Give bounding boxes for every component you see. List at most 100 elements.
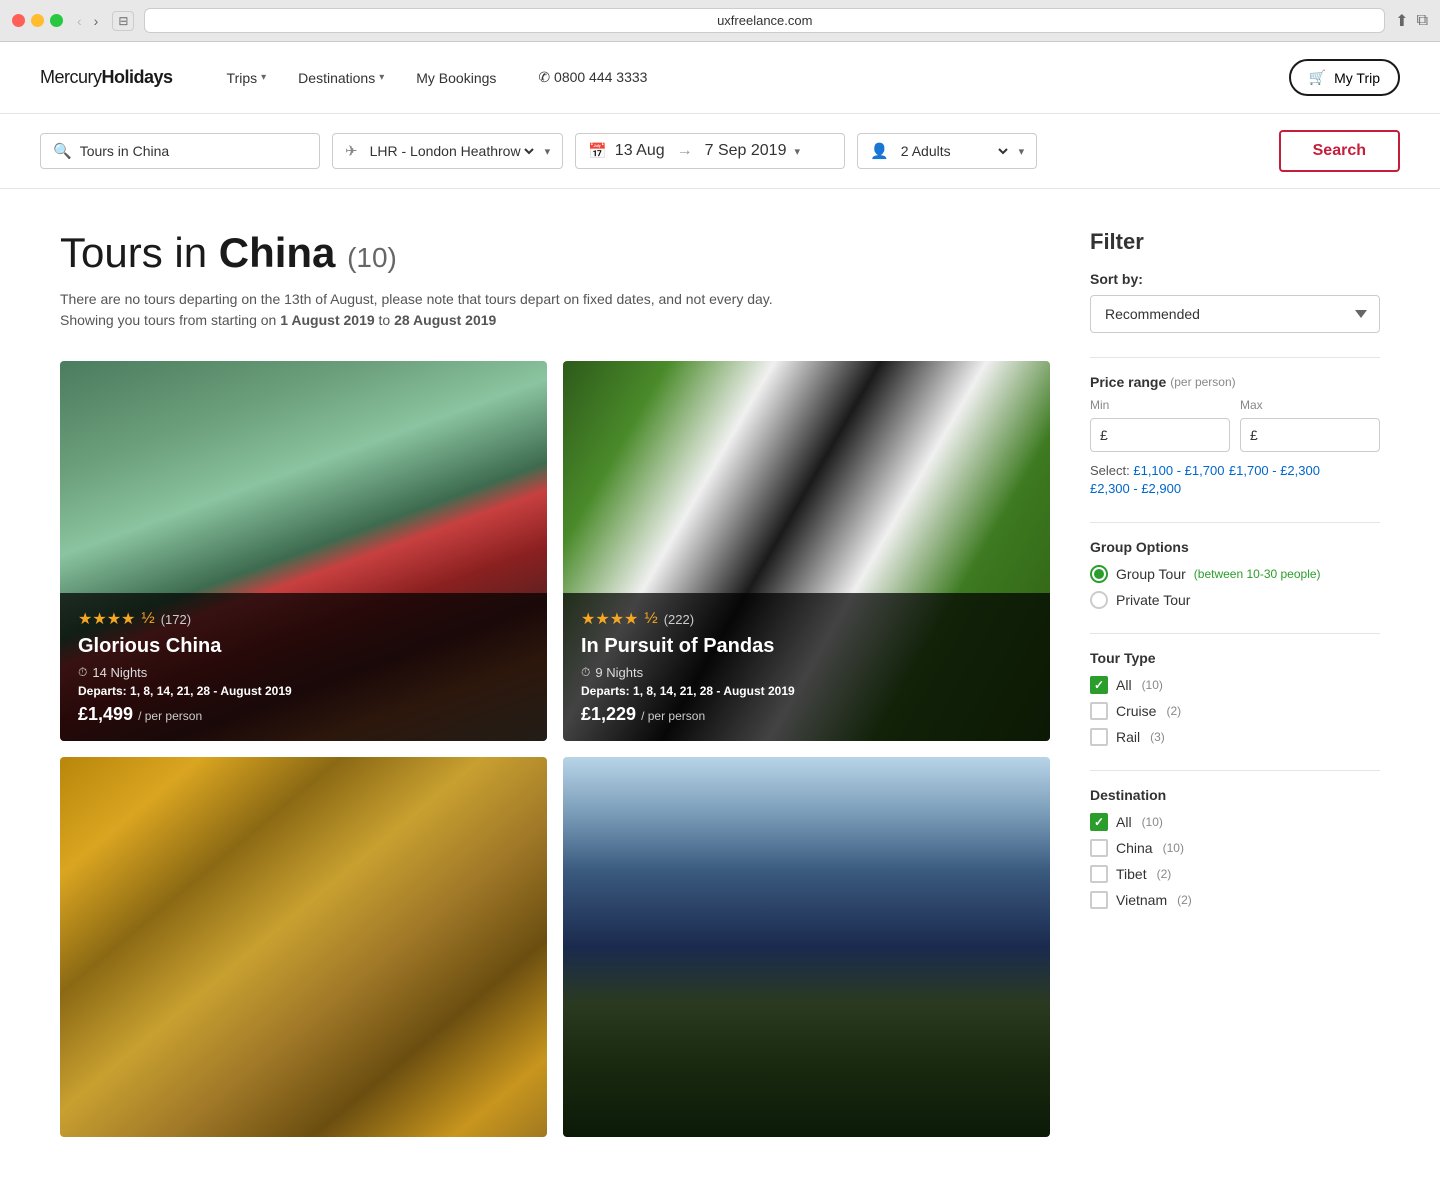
price-inputs: £ £ xyxy=(1090,418,1380,452)
maximize-dot[interactable] xyxy=(50,14,63,27)
price-max-wrap: £ xyxy=(1240,418,1380,452)
dest-all-count: (10) xyxy=(1142,815,1163,829)
price-min-label: Min xyxy=(1090,398,1230,412)
nav-phone: ✆ 0800 444 3333 xyxy=(524,61,661,94)
review-count: (222) xyxy=(664,612,694,627)
dest-all-label: All xyxy=(1116,814,1132,830)
date-arrow: → xyxy=(677,142,693,160)
dest-tibet-checkbox[interactable] xyxy=(1090,865,1108,883)
filter-divider-3 xyxy=(1090,633,1380,634)
passengers-select[interactable]: 2 Adults xyxy=(897,142,1011,160)
private-tour-option[interactable]: Private Tour xyxy=(1090,591,1380,609)
page-content: Tours in China (10) There are no tours d… xyxy=(20,189,1420,1177)
tour-nights: 14 Nights xyxy=(78,664,529,680)
fullscreen-button[interactable]: ⧉ xyxy=(1417,11,1428,31)
group-tour-sublabel: (between 10-30 people) xyxy=(1194,567,1321,581)
browser-chrome: ‹ › ⊟ uxfreelance.com ⬆ ⧉ xyxy=(0,0,1440,42)
site-header: MercuryHolidays Trips ▾ Destinations ▾ M… xyxy=(0,42,1440,114)
tour-type-all-count: (10) xyxy=(1142,678,1163,692)
group-tour-option[interactable]: Group Tour (between 10-30 people) xyxy=(1090,565,1380,583)
tour-type-cruise-checkbox[interactable] xyxy=(1090,702,1108,720)
price-range-label: Price range xyxy=(1090,374,1166,390)
half-star-icon: ½ xyxy=(644,610,657,628)
private-tour-radio[interactable] xyxy=(1090,591,1108,609)
search-button[interactable]: Search xyxy=(1279,130,1400,172)
tour-info-overlay: ★★★★½ (222) In Pursuit of Pandas 9 Night… xyxy=(563,593,1050,741)
dest-vietnam-checkbox[interactable] xyxy=(1090,891,1108,909)
main-nav: Trips ▾ Destinations ▾ My Bookings ✆ 080… xyxy=(213,61,1289,94)
tour-type-section: Tour Type ✓ All (10) Cruise (2) Rail (3) xyxy=(1090,650,1380,746)
price-per-person: (per person) xyxy=(1170,375,1235,389)
dest-china-checkbox[interactable] xyxy=(1090,839,1108,857)
max-currency-symbol: £ xyxy=(1250,427,1258,443)
logo-text-2: Holidays xyxy=(102,67,173,87)
dest-vietnam-count: (2) xyxy=(1177,893,1192,907)
select-label: Select: £1,100 - £1,700 £1,700 - £2,300 … xyxy=(1090,462,1380,498)
price-shortcut-3[interactable]: £2,300 - £2,900 xyxy=(1090,481,1181,496)
browser-nav: ‹ › xyxy=(73,11,102,31)
tour-price: £1,499 / per person xyxy=(78,704,529,725)
price-max-label: Max xyxy=(1240,398,1380,412)
tour-type-all[interactable]: ✓ All (10) xyxy=(1090,676,1380,694)
site-logo[interactable]: MercuryHolidays xyxy=(40,67,173,88)
destination-section: Destination ✓ All (10) China (10) Tibet … xyxy=(1090,787,1380,909)
close-dot[interactable] xyxy=(12,14,25,27)
price-max-input[interactable] xyxy=(1240,418,1380,452)
dest-all[interactable]: ✓ All (10) xyxy=(1090,813,1380,831)
tour-name: In Pursuit of Pandas xyxy=(581,635,1032,658)
price-shortcut-1[interactable]: £1,100 - £1,700 xyxy=(1133,463,1224,478)
tour-type-rail[interactable]: Rail (3) xyxy=(1090,728,1380,746)
airport-select[interactable]: LHR - London Heathrow xyxy=(366,142,537,160)
price-range-header: Price range (per person) xyxy=(1090,374,1380,390)
tour-type-all-checkbox[interactable]: ✓ xyxy=(1090,676,1108,694)
flight-icon: ✈ xyxy=(345,142,358,160)
radio-selected-indicator xyxy=(1094,569,1104,579)
tour-card[interactable] xyxy=(60,757,547,1137)
forward-button[interactable]: › xyxy=(90,11,103,31)
airport-field[interactable]: ✈ LHR - London Heathrow ▾ xyxy=(332,133,563,169)
url-bar[interactable]: uxfreelance.com xyxy=(144,8,1385,33)
group-options-title: Group Options xyxy=(1090,539,1380,555)
destinations-dropdown-arrow: ▾ xyxy=(379,72,384,83)
min-currency-symbol: £ xyxy=(1100,427,1108,443)
nav-my-bookings[interactable]: My Bookings xyxy=(402,62,510,94)
logo-text-1: Mercury xyxy=(40,67,102,87)
minimize-dot[interactable] xyxy=(31,14,44,27)
price-shortcut-2[interactable]: £1,700 - £2,300 xyxy=(1229,463,1320,478)
dest-china[interactable]: China (10) xyxy=(1090,839,1380,857)
tour-type-all-label: All xyxy=(1116,677,1132,693)
filter-sidebar: Filter Sort by: Recommended Price: Low t… xyxy=(1090,229,1380,1137)
price-min-input[interactable] xyxy=(1090,418,1230,452)
tour-type-cruise[interactable]: Cruise (2) xyxy=(1090,702,1380,720)
tour-nights: 9 Nights xyxy=(581,664,1032,680)
tour-type-rail-label: Rail xyxy=(1116,729,1140,745)
search-bar: 🔍 ✈ LHR - London Heathrow ▾ 📅 13 Aug → 7… xyxy=(0,114,1440,189)
trips-dropdown-arrow: ▾ xyxy=(261,72,266,83)
sidebar-toggle[interactable]: ⊟ xyxy=(112,11,134,31)
passengers-field[interactable]: 👤 2 Adults ▾ xyxy=(857,133,1037,169)
price-min-wrap: £ xyxy=(1090,418,1230,452)
sort-select[interactable]: Recommended Price: Low to High Price: Hi… xyxy=(1090,295,1380,333)
destination-input[interactable] xyxy=(80,143,307,159)
tour-card[interactable] xyxy=(563,757,1050,1137)
share-button[interactable]: ⬆ xyxy=(1395,11,1408,31)
tour-price: £1,229 / per person xyxy=(581,704,1032,725)
date-field[interactable]: 📅 13 Aug → 7 Sep 2019 ▾ xyxy=(575,133,845,169)
dest-vietnam[interactable]: Vietnam (2) xyxy=(1090,891,1380,909)
tour-type-rail-checkbox[interactable] xyxy=(1090,728,1108,746)
calendar-icon: 📅 xyxy=(588,142,607,160)
dest-china-label: China xyxy=(1116,840,1153,856)
tour-card[interactable]: ★★★★½ (172) Glorious China 14 Nights Dep… xyxy=(60,361,547,741)
dest-tibet[interactable]: Tibet (2) xyxy=(1090,865,1380,883)
tour-type-cruise-count: (2) xyxy=(1166,704,1181,718)
tour-card[interactable]: ★★★★½ (222) In Pursuit of Pandas 9 Night… xyxy=(563,361,1050,741)
review-count: (172) xyxy=(161,612,191,627)
back-button[interactable]: ‹ xyxy=(73,11,86,31)
nav-trips[interactable]: Trips ▾ xyxy=(213,62,281,94)
group-tour-radio[interactable] xyxy=(1090,565,1108,583)
my-trip-button[interactable]: My Trip xyxy=(1289,59,1400,96)
dest-vietnam-label: Vietnam xyxy=(1116,892,1167,908)
dest-all-checkbox[interactable]: ✓ xyxy=(1090,813,1108,831)
nav-destinations[interactable]: Destinations ▾ xyxy=(284,62,398,94)
search-icon: 🔍 xyxy=(53,142,72,160)
